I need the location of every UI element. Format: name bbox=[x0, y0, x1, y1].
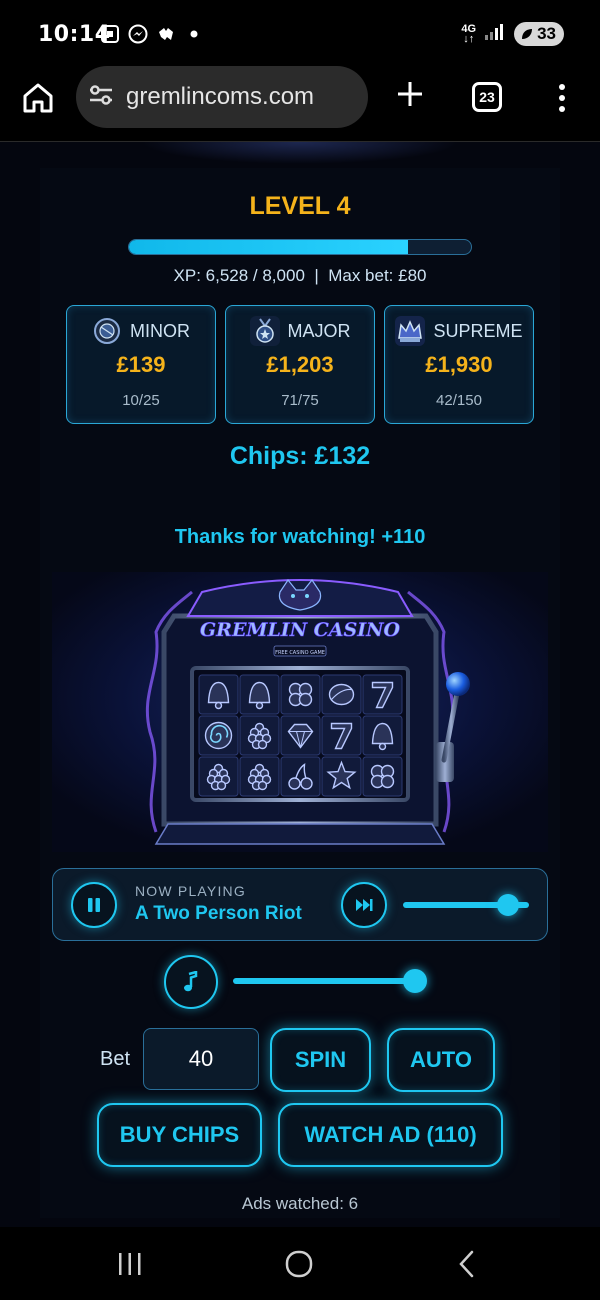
home-button[interactable] bbox=[20, 80, 56, 116]
status-system-icons: 4G ↓↑ 33 bbox=[461, 22, 564, 46]
recent-apps-button[interactable] bbox=[116, 1251, 144, 1282]
reel-symbol-grapes bbox=[239, 715, 280, 756]
home-circle-icon bbox=[285, 1250, 313, 1278]
level-title: LEVEL 4 bbox=[249, 192, 351, 220]
jackpot-count: 71/75 bbox=[281, 392, 319, 409]
home-nav-button[interactable] bbox=[284, 1249, 314, 1284]
pause-icon bbox=[88, 898, 100, 912]
home-icon bbox=[23, 83, 53, 113]
xp-progress-fill bbox=[129, 240, 409, 254]
jackpot-major: MAJOR £1,203 71/75 bbox=[225, 305, 375, 424]
signal-icon bbox=[484, 23, 506, 46]
music-toggle-button[interactable] bbox=[164, 955, 218, 1009]
reel-symbol-clover bbox=[362, 756, 403, 797]
reel-symbol-seven bbox=[321, 715, 362, 756]
auto-button[interactable]: AUTO bbox=[387, 1028, 495, 1092]
jackpot-name: SUPREME bbox=[433, 320, 523, 341]
jackpot-count: 42/150 bbox=[436, 392, 482, 409]
browser-toolbar: gremlincoms.com 23 bbox=[0, 66, 600, 142]
next-track-button[interactable] bbox=[341, 882, 387, 928]
reel-symbol-diamond bbox=[280, 715, 321, 756]
machine-title: GREMLIN CASINO bbox=[200, 619, 401, 641]
jackpot-minor: MINOR £139 10/25 bbox=[66, 305, 216, 424]
music-note-icon bbox=[184, 971, 198, 992]
chips-balance: Chips: £132 bbox=[229, 442, 371, 470]
jackpot-row: MINOR £139 10/25 MAJOR £1,203 71/75 SUPR… bbox=[66, 305, 534, 425]
pause-button[interactable] bbox=[71, 882, 117, 928]
jackpot-value: £1,930 bbox=[425, 352, 493, 377]
reel-symbol-ball bbox=[321, 674, 362, 715]
ads-watched-counter: Ads watched: 6 bbox=[241, 1194, 359, 1213]
more-vert-icon bbox=[559, 84, 565, 112]
slot-reels bbox=[198, 674, 403, 797]
crown-icon bbox=[395, 316, 426, 346]
machine-subtitle: FREE CASINO GAME bbox=[275, 650, 325, 656]
battery-level: 33 bbox=[537, 24, 556, 43]
screenshot-icon bbox=[100, 24, 120, 44]
recents-icon bbox=[119, 1253, 141, 1275]
site-settings-icon[interactable] bbox=[88, 84, 114, 111]
messenger-icon bbox=[128, 24, 148, 44]
jackpot-value: £1,203 bbox=[266, 352, 334, 377]
buy-chips-button[interactable]: BUY CHIPS bbox=[97, 1103, 262, 1167]
track-progress-handle[interactable] bbox=[496, 894, 519, 916]
address-bar[interactable]: gremlincoms.com bbox=[76, 66, 368, 128]
skip-next-icon bbox=[356, 899, 373, 911]
now-playing-label: NOW PLAYING bbox=[135, 883, 246, 899]
reel-symbol-bell bbox=[362, 715, 403, 756]
status-notification-icons bbox=[100, 24, 204, 44]
back-icon bbox=[459, 1250, 474, 1278]
jackpot-name: MAJOR bbox=[287, 320, 351, 341]
plus-icon bbox=[398, 82, 422, 106]
coin-icon bbox=[92, 316, 122, 346]
watch-ad-button[interactable]: WATCH AD (110) bbox=[278, 1103, 503, 1167]
reel-symbol-bell bbox=[239, 674, 280, 715]
tab-switcher-button[interactable]: 23 bbox=[472, 82, 502, 112]
game-icon bbox=[156, 24, 176, 44]
new-tab-button[interactable] bbox=[392, 76, 428, 116]
medal-icon bbox=[249, 316, 280, 346]
reel-symbol-grapes bbox=[239, 756, 280, 797]
jackpot-name: MINOR bbox=[130, 320, 190, 341]
jackpot-supreme: SUPREME £1,930 42/150 bbox=[384, 305, 534, 424]
reel-symbol-swirl bbox=[198, 715, 239, 756]
reel-symbol-clover bbox=[280, 674, 321, 715]
reel-symbol-bell bbox=[198, 674, 239, 715]
reel-symbol-seven bbox=[362, 674, 403, 715]
music-player: NOW PLAYING A Two Person Riot bbox=[52, 868, 548, 941]
battery-icon: 33 bbox=[514, 22, 564, 46]
song-title: A Two Person Riot bbox=[135, 903, 302, 924]
jackpot-count: 10/25 bbox=[122, 392, 160, 409]
bet-input[interactable] bbox=[143, 1028, 259, 1090]
reward-message: Thanks for watching! +110 bbox=[174, 526, 426, 548]
reel-symbol-cherry bbox=[280, 756, 321, 797]
volume-slider[interactable] bbox=[233, 978, 425, 984]
reel-symbol-grapes bbox=[198, 756, 239, 797]
reel-symbol-star bbox=[321, 756, 362, 797]
slot-machine-image: GREMLIN CASINO FREE CASINO GAME bbox=[52, 572, 548, 852]
xp-text: XP: 6,528 / 8,000 | Max bet: £80 bbox=[173, 266, 427, 285]
top-glow bbox=[140, 142, 460, 164]
browser-menu-button[interactable] bbox=[552, 82, 572, 114]
jackpot-value: £139 bbox=[116, 352, 166, 377]
url-text[interactable]: gremlincoms.com bbox=[126, 83, 314, 111]
network-type: 4G ↓↑ bbox=[461, 23, 477, 45]
dot-icon bbox=[184, 24, 204, 44]
back-button[interactable] bbox=[454, 1249, 480, 1284]
status-bar: 10:14 4G ↓↑ 33 bbox=[0, 0, 600, 66]
spin-button[interactable]: SPIN bbox=[270, 1028, 371, 1092]
bet-label: Bet bbox=[100, 1048, 131, 1070]
xp-progress-bar bbox=[128, 239, 472, 255]
android-nav-bar bbox=[0, 1227, 600, 1300]
